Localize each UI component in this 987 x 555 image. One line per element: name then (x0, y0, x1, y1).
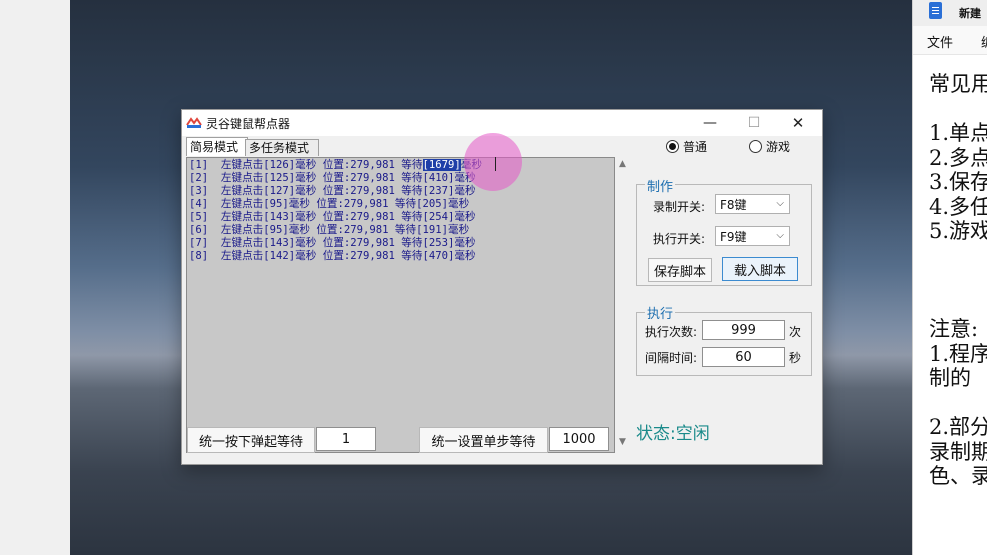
notepad-line: 制的 (929, 366, 971, 390)
chevron-down-icon: ⌵ (776, 230, 784, 241)
title-bar[interactable]: 灵谷键鼠帮点器 — ☐ ✕ (182, 110, 822, 136)
notepad-line: 3.保存 (929, 170, 987, 194)
notepad-menu-edit[interactable]: 编 (981, 32, 987, 51)
window-title: 灵谷键鼠帮点器 (206, 117, 291, 131)
notepad-line (929, 268, 987, 293)
script-line-text: [1] 左键点击[126]毫秒 位置:279,981 等待 (189, 159, 423, 171)
script-line[interactable]: [8] 左键点击[142]毫秒 位置:279,981 等待[470]毫秒 (189, 250, 482, 263)
notepad-line (929, 244, 987, 269)
exec-count-unit: 次 (789, 325, 802, 339)
notepad-text-content[interactable]: 常见用 1.单点 2.多点 3.保存 4.多任 5.游戏注意: 1.程序 制的 2.部分 录制期色… (929, 72, 987, 489)
desktop-left-strip (0, 0, 70, 555)
notepad-window: 新建 文件 编 常见用 1.单点2.多点3.保存4.多任5.游戏注意:1.程序制的… (912, 0, 987, 555)
script-line-text: [6] 左键点击[95]毫秒 位置:279,981 等待[191]毫秒 (189, 224, 470, 236)
exec-count-label: 执行次数: (645, 325, 698, 339)
click-highlight-indicator (464, 133, 522, 191)
mode-game-radio[interactable]: 游戏 (749, 138, 790, 155)
record-switch-label: 录制开关: (653, 200, 706, 214)
notepad-line: 常见用 (929, 72, 987, 96)
script-line[interactable]: [1] 左键点击[126]毫秒 位置:279,981 等待[1679]毫秒 (189, 159, 482, 172)
save-script-button[interactable]: 保存脚本 (648, 258, 712, 282)
mode-normal-radio[interactable]: 普通 (666, 138, 707, 155)
script-line-text: [3] 左键点击[127]毫秒 位置:279,981 等待[237]毫秒 (189, 185, 476, 197)
load-script-button[interactable]: 载入脚本 (722, 257, 798, 281)
notepad-line: 1.程序 (929, 341, 987, 366)
script-line-text: [4] 左键点击[95]毫秒 位置:279,981 等待[205]毫秒 (189, 198, 470, 210)
script-line-text: [2] 左键点击[125]毫秒 位置:279,981 等待[410]毫秒 (189, 172, 476, 184)
exec-count-input[interactable]: 999 (702, 320, 785, 340)
minimize-button[interactable]: — (688, 110, 732, 136)
interval-unit: 秒 (789, 351, 802, 365)
notepad-line (929, 391, 987, 416)
notepad-line: 色、录 (929, 464, 987, 488)
execute-group-title: 执行 (645, 303, 676, 322)
app-logo-icon (186, 117, 202, 128)
unify-press-release-button[interactable]: 统一按下弹起等待 (187, 427, 315, 453)
radio-selected-dot (666, 140, 679, 153)
tab-multitask-mode[interactable]: 多任务模式 (245, 139, 319, 156)
text-cursor-icon (495, 157, 496, 171)
notepad-line: 5.游戏 (929, 219, 987, 243)
notepad-tab-title[interactable]: 新建 (959, 5, 981, 21)
maximize-button[interactable]: ☐ (732, 110, 776, 136)
record-switch-select[interactable]: F8键 ⌵ (715, 194, 790, 214)
script-line-text: [5] 左键点击[143]毫秒 位置:279,981 等待[254]毫秒 (189, 211, 476, 223)
notepad-line: 2.部分 (929, 415, 987, 439)
notepad-line: 录制期 (929, 439, 987, 464)
script-line[interactable]: [5] 左键点击[143]毫秒 位置:279,981 等待[254]毫秒 (189, 211, 482, 224)
notepad-line (929, 293, 987, 318)
radio-unselected-dot (749, 140, 762, 153)
notepad-tabbar: 新建 (913, 0, 987, 26)
status-text: 状态:空闲 (636, 424, 710, 444)
exec-switch-label: 执行开关: (653, 232, 706, 246)
close-button[interactable]: ✕ (776, 110, 820, 136)
notepad-file-icon (929, 2, 942, 19)
exec-switch-select[interactable]: F9键 ⌵ (715, 226, 790, 246)
script-lines: [1] 左键点击[126]毫秒 位置:279,981 等待[1679]毫秒[2]… (189, 159, 482, 263)
make-group-title: 制作 (645, 176, 676, 195)
notepad-line: 注意: (929, 317, 979, 341)
script-line[interactable]: [4] 左键点击[95]毫秒 位置:279,981 等待[205]毫秒 (189, 198, 482, 211)
selected-text: [1679] (422, 159, 461, 171)
notepad-menubar: 文件 编 (913, 26, 987, 55)
mode-normal-label: 普通 (683, 140, 708, 154)
notepad-line: 1.单点 (929, 121, 987, 145)
notepad-line: 4.多任 (929, 194, 987, 219)
record-switch-value: F8键 (720, 197, 747, 212)
press-release-wait-input[interactable]: 1 (316, 427, 376, 451)
script-line[interactable]: [2] 左键点击[125]毫秒 位置:279,981 等待[410]毫秒 (189, 172, 482, 185)
notepad-line (929, 97, 987, 122)
script-line-text: [8] 左键点击[142]毫秒 位置:279,981 等待[470]毫秒 (189, 250, 476, 262)
script-line[interactable]: [3] 左键点击[127]毫秒 位置:279,981 等待[237]毫秒 (189, 185, 482, 198)
scroll-down-arrow-icon[interactable]: ▼ (619, 437, 626, 447)
interval-input[interactable]: 60 (702, 347, 785, 367)
script-line[interactable]: [6] 左键点击[95]毫秒 位置:279,981 等待[191]毫秒 (189, 224, 482, 237)
chevron-down-icon: ⌵ (776, 198, 784, 209)
step-wait-input[interactable]: 1000 (549, 427, 609, 451)
notepad-line: 2.多点 (929, 145, 987, 170)
scroll-up-arrow-icon[interactable]: ▲ (619, 159, 626, 169)
exec-switch-value: F9键 (720, 229, 747, 244)
tab-simple-mode[interactable]: 简易模式 (186, 137, 248, 156)
script-line[interactable]: [7] 左键点击[143]毫秒 位置:279,981 等待[253]毫秒 (189, 237, 482, 250)
interval-label: 间隔时间: (645, 351, 698, 365)
script-list[interactable]: [1] 左键点击[126]毫秒 位置:279,981 等待[1679]毫秒[2]… (186, 157, 615, 453)
notepad-menu-file[interactable]: 文件 (927, 32, 953, 51)
mode-game-label: 游戏 (766, 140, 791, 154)
unify-step-wait-button[interactable]: 统一设置单步等待 (419, 427, 548, 453)
script-line-text: [7] 左键点击[143]毫秒 位置:279,981 等待[253]毫秒 (189, 237, 476, 249)
